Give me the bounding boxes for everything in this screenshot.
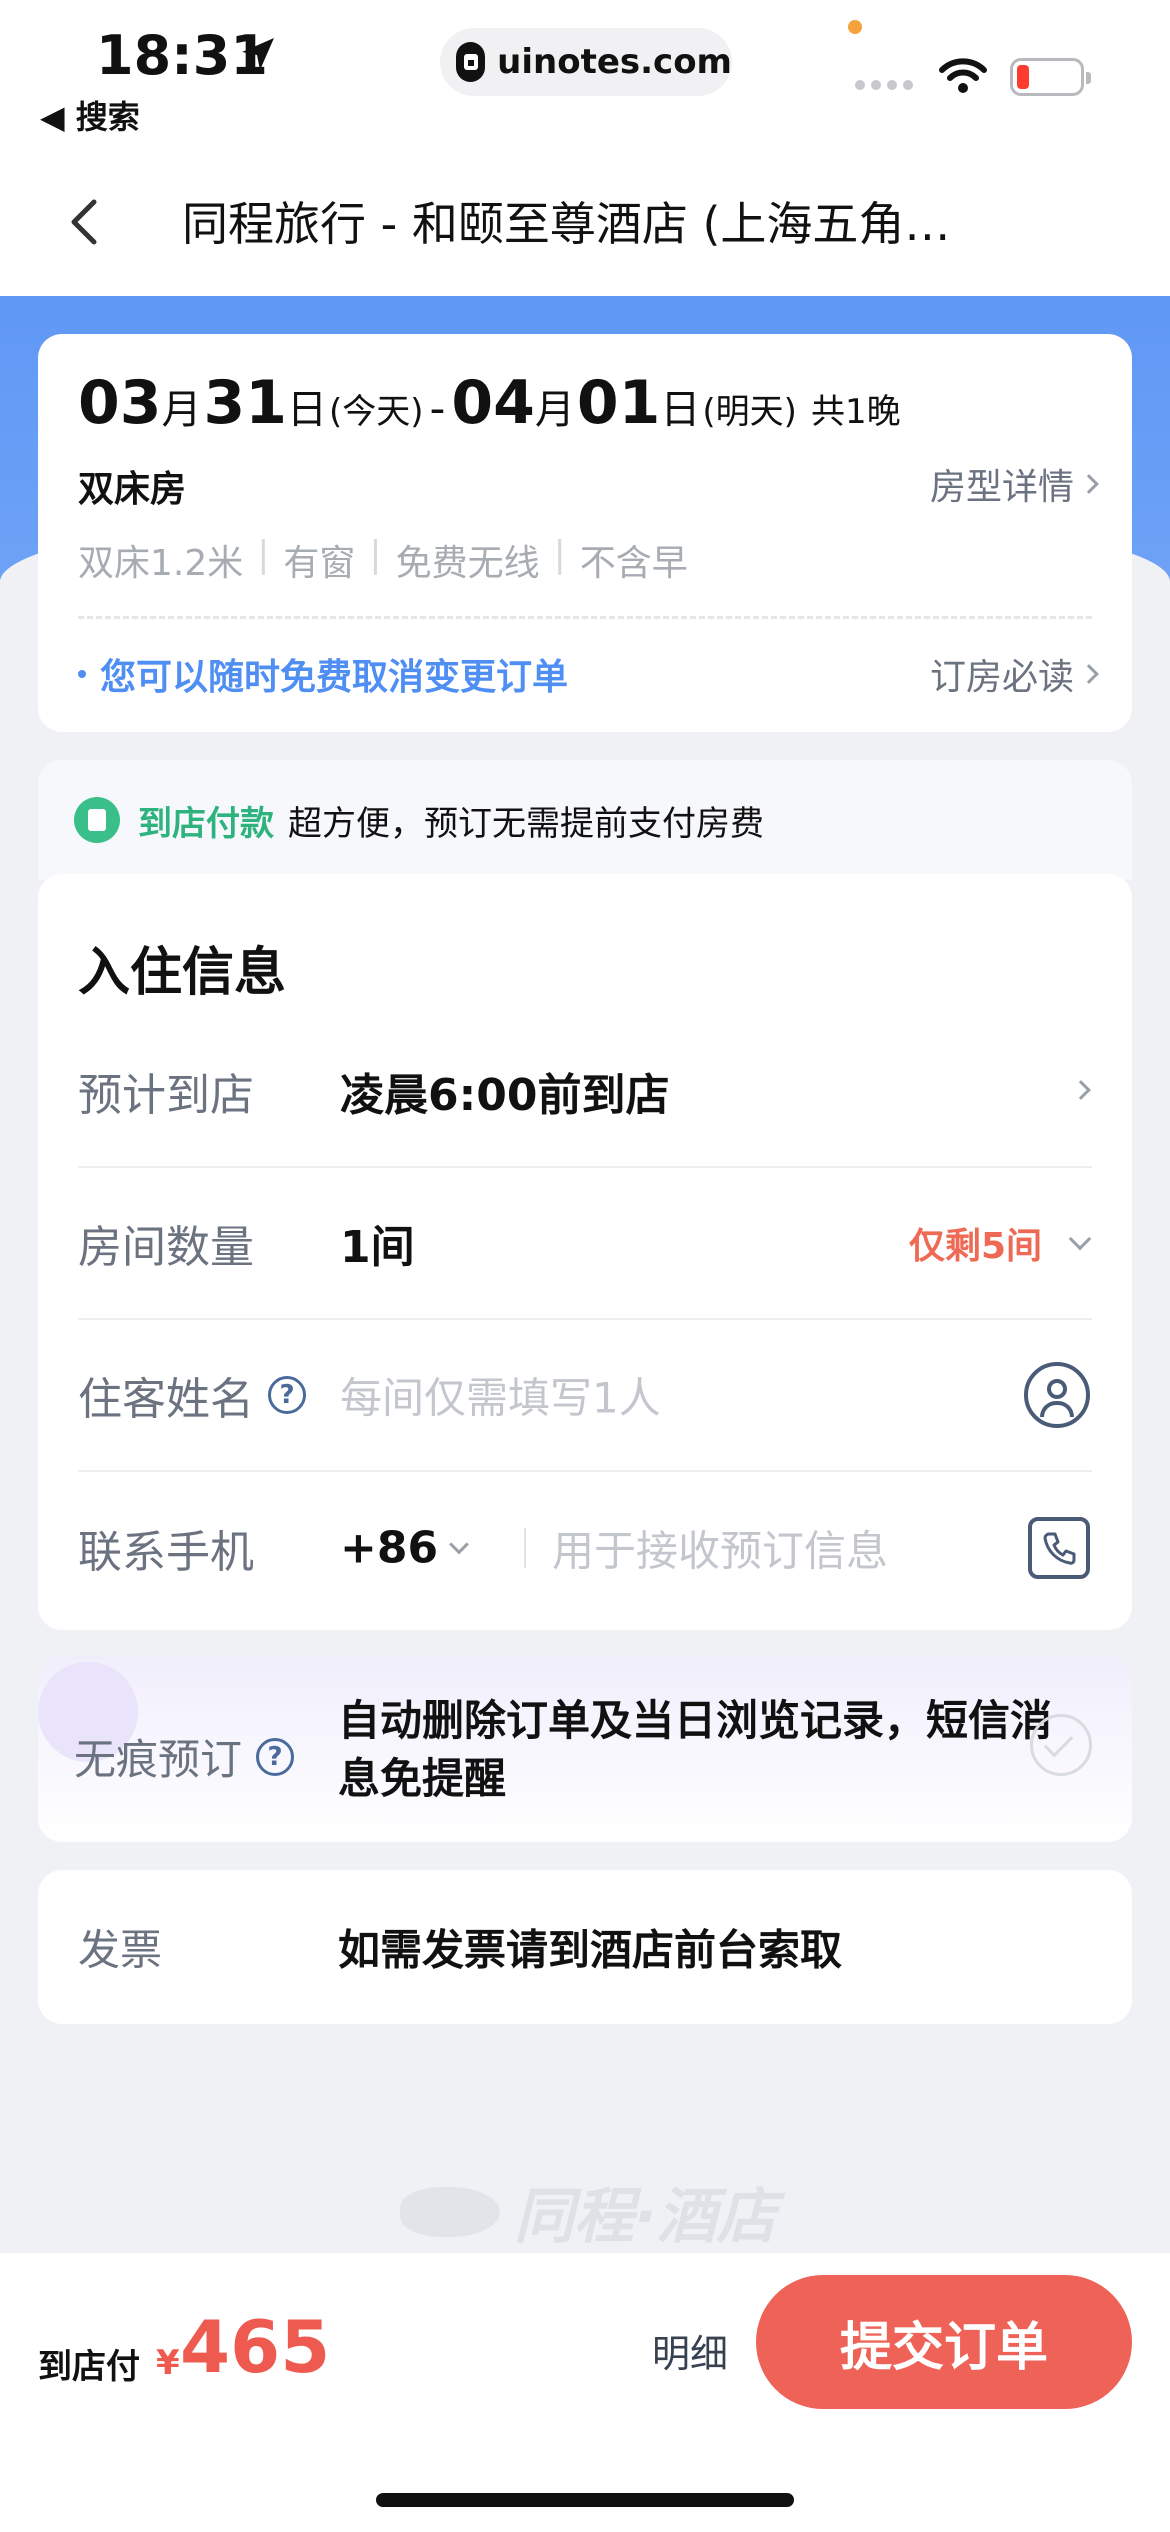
- room-tag: 双床1.2米: [78, 543, 244, 584]
- room-tag: 免费无线: [395, 543, 540, 584]
- chevron-right-icon: [1079, 664, 1099, 684]
- day-unit: 日: [287, 387, 327, 433]
- currency-symbol: ¥: [156, 2343, 180, 2383]
- month-unit: 月: [161, 387, 202, 433]
- help-icon[interactable]: ?: [256, 1737, 295, 1776]
- invoice-label: 发票: [78, 1925, 163, 1975]
- stay-summary-card: 03 月 31 日 (今天) - 04 月 01 日 (明天) 共1晚 双床房 …: [38, 334, 1132, 732]
- pay-at-hotel-banner: 到店付款 超方便，预订无需提前支付房费: [38, 760, 1132, 880]
- room-tag: 不含早: [579, 543, 688, 584]
- bottom-action-bar: 到店付 ¥ 465 明细 提交订单: [0, 2252, 1170, 2532]
- brand-logo-icon: [400, 2186, 500, 2237]
- private-booking-card[interactable]: 无痕预订 ? 自动删除订单及当日浏览记录，短信消息免提醒: [38, 1656, 1132, 1842]
- bullet-dot: [78, 670, 86, 678]
- chevron-down-icon: [449, 1534, 470, 1554]
- checkout-day: 01: [576, 368, 661, 438]
- home-indicator: [376, 2493, 794, 2507]
- month-unit: 月: [534, 387, 575, 433]
- phone-row: 联系手机 +86 用于接收预订信息: [78, 1472, 1092, 1624]
- room-type-name: 双床房: [78, 469, 187, 510]
- private-booking-checkbox[interactable]: [1030, 1714, 1092, 1776]
- day-unit: 日: [660, 387, 701, 433]
- help-icon[interactable]: ?: [268, 1376, 306, 1414]
- field-divider: [524, 1528, 526, 1568]
- chevron-right-icon: [1079, 474, 1099, 494]
- phone-label: 联系手机: [78, 1527, 254, 1578]
- room-count-row[interactable]: 房间数量 1间 仅剩5间: [78, 1168, 1092, 1320]
- guest-picker-icon[interactable]: [1024, 1362, 1090, 1428]
- date-dash: -: [429, 383, 446, 434]
- room-details-link[interactable]: 房型详情: [929, 458, 1099, 510]
- back-arrow-icon[interactable]: [56, 192, 116, 252]
- checkin-month: 03: [78, 368, 162, 438]
- tag-separator: |: [257, 534, 270, 575]
- invoice-value: 如需发票请到酒店前台索取: [338, 1925, 843, 1975]
- nights-count: 共1晚: [810, 392, 901, 432]
- arrival-value: 凌晨6:00前到店: [340, 1070, 670, 1121]
- room-details-label: 房型详情: [929, 467, 1074, 508]
- rooms-left-badge: 仅剩5间: [908, 1226, 1042, 1267]
- battery-icon: [1010, 58, 1091, 96]
- section-title: 入住信息: [78, 943, 287, 1003]
- chevron-down-icon: [1068, 1227, 1092, 1251]
- tag-separator: |: [369, 534, 382, 575]
- chevron-right-icon: [1071, 1080, 1091, 1100]
- private-booking-label-group: 无痕预订 ?: [74, 1726, 295, 1787]
- free-cancel-text: 您可以随时免费取消变更订单: [100, 657, 569, 698]
- bill-icon: [74, 797, 120, 843]
- url-text: uinotes.com: [497, 42, 732, 82]
- guest-name-label: 住客姓名: [78, 1374, 254, 1425]
- checkin-info-card: 入住信息 预计到店 凌晨6:00前到店 房间数量 1间 仅剩5间 住客姓名 ? …: [38, 874, 1132, 1630]
- country-code-value: +86: [340, 1522, 439, 1574]
- page-title: 同程旅行 - 和颐至尊酒店 (上海五角…: [182, 197, 951, 251]
- country-code-select[interactable]: +86: [340, 1522, 470, 1574]
- contact-book-icon[interactable]: [1028, 1517, 1090, 1579]
- room-tags: 双床1.2米 | 有窗 | 免费无线 | 不含早: [78, 534, 688, 586]
- total-price: 465: [180, 2305, 331, 2389]
- phone-icon: [1043, 1532, 1076, 1565]
- invoice-card: 发票 如需发票请到酒店前台索取: [38, 1870, 1132, 2024]
- tag-separator: |: [553, 534, 566, 575]
- pay-at-hotel-highlight: 到店付款: [138, 803, 274, 844]
- privacy-indicator-dot: [848, 20, 862, 34]
- dashed-divider: [78, 616, 1092, 619]
- pay-at-hotel-label: 到店付: [38, 2347, 140, 2387]
- booking-notice-label: 订房必读: [929, 657, 1074, 698]
- checkout-tag: (明天): [702, 392, 797, 432]
- price-detail-link[interactable]: 明细: [652, 2323, 728, 2378]
- room-count-label: 房间数量: [78, 1222, 254, 1273]
- back-to-search-link[interactable]: ◀ 搜索: [40, 92, 140, 138]
- checkin-day: 31: [203, 368, 288, 438]
- brand-watermark: 同程·酒店: [400, 2168, 777, 2255]
- arrival-time-row[interactable]: 预计到店 凌晨6:00前到店: [78, 1016, 1092, 1168]
- private-booking-description: 自动删除订单及当日浏览记录，短信消息免提醒: [338, 1696, 1053, 1803]
- status-bar: 18:31 ◀ 搜索 uinotes.com: [0, 0, 1170, 150]
- phone-input[interactable]: 用于接收预订信息: [552, 1518, 888, 1579]
- pay-at-hotel-text: 超方便，预订无需提前支付房费: [288, 803, 764, 844]
- room-tag: 有窗: [283, 543, 356, 584]
- booking-notice-link[interactable]: 订房必读: [929, 648, 1099, 700]
- navigation-bar: 同程旅行 - 和颐至尊酒店 (上海五角…: [0, 150, 1170, 296]
- wifi-icon: [939, 58, 987, 93]
- guest-name-input[interactable]: 每间仅需填写1人: [340, 1365, 661, 1426]
- arrival-label: 预计到店: [78, 1070, 254, 1121]
- location-arrow-icon: [242, 38, 274, 70]
- stay-dates: 03 月 31 日 (今天) - 04 月 01 日 (明天) 共1晚: [78, 368, 901, 438]
- submit-order-button[interactable]: 提交订单: [756, 2275, 1132, 2409]
- private-booking-label: 无痕预订: [74, 1735, 243, 1784]
- free-cancel-note: 您可以随时免费取消变更订单: [78, 648, 568, 700]
- room-count-value: 1间: [340, 1222, 415, 1273]
- checkin-tag: (今天): [329, 392, 424, 432]
- guest-name-label-group: 住客姓名 ?: [78, 1363, 306, 1427]
- url-bar[interactable]: uinotes.com: [440, 28, 732, 96]
- checkout-month: 04: [451, 368, 535, 438]
- cellular-signal-icon: [855, 80, 913, 90]
- guest-name-row: 住客姓名 ? 每间仅需填写1人: [78, 1320, 1092, 1472]
- lock-icon: [456, 42, 486, 82]
- brand-watermark-text: 同程·酒店: [514, 2182, 777, 2252]
